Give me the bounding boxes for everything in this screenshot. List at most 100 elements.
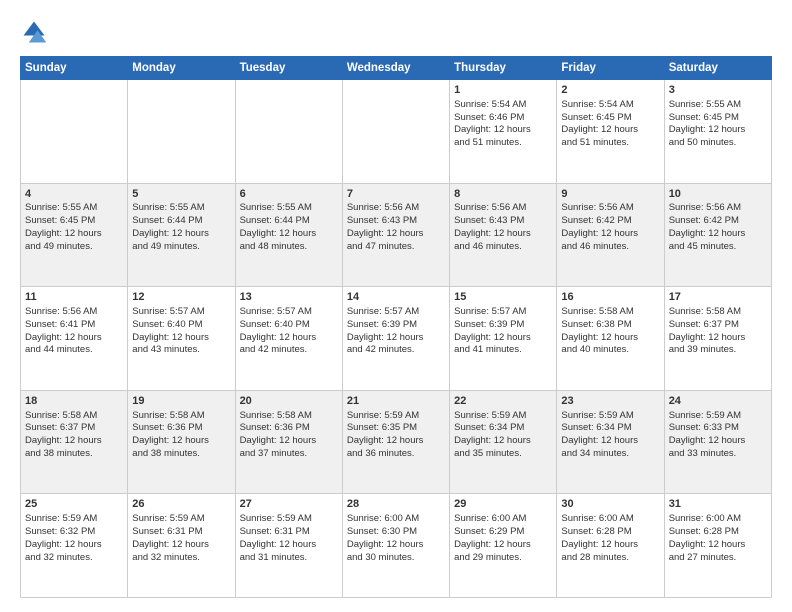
day-number: 25 xyxy=(25,497,123,512)
day-cell-29: 29Sunrise: 6:00 AM Sunset: 6:29 PM Dayli… xyxy=(450,494,557,598)
day-info: Sunrise: 5:59 AM Sunset: 6:31 PM Dayligh… xyxy=(240,513,317,562)
day-info: Sunrise: 5:58 AM Sunset: 6:37 PM Dayligh… xyxy=(25,410,102,459)
day-cell-28: 28Sunrise: 6:00 AM Sunset: 6:30 PM Dayli… xyxy=(342,494,449,598)
day-number: 1 xyxy=(454,83,552,98)
day-number: 3 xyxy=(669,83,767,98)
day-number: 2 xyxy=(561,83,659,98)
day-info: Sunrise: 5:55 AM Sunset: 6:44 PM Dayligh… xyxy=(132,202,209,251)
day-cell-14: 14Sunrise: 5:57 AM Sunset: 6:39 PM Dayli… xyxy=(342,287,449,391)
day-number: 10 xyxy=(669,187,767,202)
day-number: 20 xyxy=(240,394,338,409)
day-info: Sunrise: 5:59 AM Sunset: 6:34 PM Dayligh… xyxy=(454,410,531,459)
day-info: Sunrise: 5:59 AM Sunset: 6:31 PM Dayligh… xyxy=(132,513,209,562)
day-info: Sunrise: 5:59 AM Sunset: 6:34 PM Dayligh… xyxy=(561,410,638,459)
calendar-table: SundayMondayTuesdayWednesdayThursdayFrid… xyxy=(20,56,772,598)
day-info: Sunrise: 5:57 AM Sunset: 6:40 PM Dayligh… xyxy=(132,306,209,355)
day-info: Sunrise: 5:58 AM Sunset: 6:37 PM Dayligh… xyxy=(669,306,746,355)
day-info: Sunrise: 5:55 AM Sunset: 6:45 PM Dayligh… xyxy=(25,202,102,251)
day-number: 26 xyxy=(132,497,230,512)
day-cell-31: 31Sunrise: 6:00 AM Sunset: 6:28 PM Dayli… xyxy=(664,494,771,598)
day-cell-25: 25Sunrise: 5:59 AM Sunset: 6:32 PM Dayli… xyxy=(21,494,128,598)
day-info: Sunrise: 5:59 AM Sunset: 6:35 PM Dayligh… xyxy=(347,410,424,459)
day-number: 13 xyxy=(240,290,338,305)
day-number: 11 xyxy=(25,290,123,305)
day-info: Sunrise: 5:56 AM Sunset: 6:42 PM Dayligh… xyxy=(669,202,746,251)
empty-cell xyxy=(342,80,449,184)
day-info: Sunrise: 5:57 AM Sunset: 6:39 PM Dayligh… xyxy=(454,306,531,355)
day-info: Sunrise: 5:56 AM Sunset: 6:43 PM Dayligh… xyxy=(454,202,531,251)
day-cell-8: 8Sunrise: 5:56 AM Sunset: 6:43 PM Daylig… xyxy=(450,183,557,287)
day-header-friday: Friday xyxy=(557,57,664,80)
day-cell-26: 26Sunrise: 5:59 AM Sunset: 6:31 PM Dayli… xyxy=(128,494,235,598)
day-info: Sunrise: 5:58 AM Sunset: 6:38 PM Dayligh… xyxy=(561,306,638,355)
day-header-thursday: Thursday xyxy=(450,57,557,80)
day-info: Sunrise: 6:00 AM Sunset: 6:30 PM Dayligh… xyxy=(347,513,424,562)
day-cell-12: 12Sunrise: 5:57 AM Sunset: 6:40 PM Dayli… xyxy=(128,287,235,391)
day-cell-9: 9Sunrise: 5:56 AM Sunset: 6:42 PM Daylig… xyxy=(557,183,664,287)
day-cell-30: 30Sunrise: 6:00 AM Sunset: 6:28 PM Dayli… xyxy=(557,494,664,598)
week-row-0: 1Sunrise: 5:54 AM Sunset: 6:46 PM Daylig… xyxy=(21,80,772,184)
day-info: Sunrise: 5:59 AM Sunset: 6:32 PM Dayligh… xyxy=(25,513,102,562)
day-cell-7: 7Sunrise: 5:56 AM Sunset: 6:43 PM Daylig… xyxy=(342,183,449,287)
day-info: Sunrise: 5:57 AM Sunset: 6:40 PM Dayligh… xyxy=(240,306,317,355)
day-number: 19 xyxy=(132,394,230,409)
page: SundayMondayTuesdayWednesdayThursdayFrid… xyxy=(0,0,792,612)
day-number: 30 xyxy=(561,497,659,512)
day-cell-1: 1Sunrise: 5:54 AM Sunset: 6:46 PM Daylig… xyxy=(450,80,557,184)
day-info: Sunrise: 6:00 AM Sunset: 6:28 PM Dayligh… xyxy=(561,513,638,562)
day-number: 7 xyxy=(347,187,445,202)
day-number: 5 xyxy=(132,187,230,202)
day-cell-11: 11Sunrise: 5:56 AM Sunset: 6:41 PM Dayli… xyxy=(21,287,128,391)
day-info: Sunrise: 5:59 AM Sunset: 6:33 PM Dayligh… xyxy=(669,410,746,459)
header-row: SundayMondayTuesdayWednesdayThursdayFrid… xyxy=(21,57,772,80)
day-cell-15: 15Sunrise: 5:57 AM Sunset: 6:39 PM Dayli… xyxy=(450,287,557,391)
day-cell-18: 18Sunrise: 5:58 AM Sunset: 6:37 PM Dayli… xyxy=(21,390,128,494)
day-cell-3: 3Sunrise: 5:55 AM Sunset: 6:45 PM Daylig… xyxy=(664,80,771,184)
day-info: Sunrise: 5:56 AM Sunset: 6:41 PM Dayligh… xyxy=(25,306,102,355)
day-info: Sunrise: 6:00 AM Sunset: 6:29 PM Dayligh… xyxy=(454,513,531,562)
day-info: Sunrise: 5:56 AM Sunset: 6:43 PM Dayligh… xyxy=(347,202,424,251)
header xyxy=(20,18,772,46)
day-info: Sunrise: 5:56 AM Sunset: 6:42 PM Dayligh… xyxy=(561,202,638,251)
day-header-wednesday: Wednesday xyxy=(342,57,449,80)
day-number: 23 xyxy=(561,394,659,409)
day-number: 21 xyxy=(347,394,445,409)
day-header-saturday: Saturday xyxy=(664,57,771,80)
empty-cell xyxy=(128,80,235,184)
day-cell-19: 19Sunrise: 5:58 AM Sunset: 6:36 PM Dayli… xyxy=(128,390,235,494)
day-info: Sunrise: 5:58 AM Sunset: 6:36 PM Dayligh… xyxy=(240,410,317,459)
day-cell-23: 23Sunrise: 5:59 AM Sunset: 6:34 PM Dayli… xyxy=(557,390,664,494)
day-info: Sunrise: 5:57 AM Sunset: 6:39 PM Dayligh… xyxy=(347,306,424,355)
day-cell-27: 27Sunrise: 5:59 AM Sunset: 6:31 PM Dayli… xyxy=(235,494,342,598)
day-number: 18 xyxy=(25,394,123,409)
day-cell-24: 24Sunrise: 5:59 AM Sunset: 6:33 PM Dayli… xyxy=(664,390,771,494)
day-number: 6 xyxy=(240,187,338,202)
day-number: 8 xyxy=(454,187,552,202)
day-cell-2: 2Sunrise: 5:54 AM Sunset: 6:45 PM Daylig… xyxy=(557,80,664,184)
day-number: 15 xyxy=(454,290,552,305)
day-cell-17: 17Sunrise: 5:58 AM Sunset: 6:37 PM Dayli… xyxy=(664,287,771,391)
calendar: SundayMondayTuesdayWednesdayThursdayFrid… xyxy=(20,56,772,598)
day-header-monday: Monday xyxy=(128,57,235,80)
week-row-1: 4Sunrise: 5:55 AM Sunset: 6:45 PM Daylig… xyxy=(21,183,772,287)
day-number: 22 xyxy=(454,394,552,409)
day-cell-21: 21Sunrise: 5:59 AM Sunset: 6:35 PM Dayli… xyxy=(342,390,449,494)
day-info: Sunrise: 5:55 AM Sunset: 6:44 PM Dayligh… xyxy=(240,202,317,251)
day-info: Sunrise: 5:54 AM Sunset: 6:46 PM Dayligh… xyxy=(454,99,531,148)
day-header-tuesday: Tuesday xyxy=(235,57,342,80)
day-info: Sunrise: 5:54 AM Sunset: 6:45 PM Dayligh… xyxy=(561,99,638,148)
day-info: Sunrise: 6:00 AM Sunset: 6:28 PM Dayligh… xyxy=(669,513,746,562)
day-cell-5: 5Sunrise: 5:55 AM Sunset: 6:44 PM Daylig… xyxy=(128,183,235,287)
day-number: 14 xyxy=(347,290,445,305)
logo-icon xyxy=(20,18,48,46)
day-number: 31 xyxy=(669,497,767,512)
day-number: 27 xyxy=(240,497,338,512)
day-header-sunday: Sunday xyxy=(21,57,128,80)
day-cell-20: 20Sunrise: 5:58 AM Sunset: 6:36 PM Dayli… xyxy=(235,390,342,494)
week-row-4: 25Sunrise: 5:59 AM Sunset: 6:32 PM Dayli… xyxy=(21,494,772,598)
day-cell-13: 13Sunrise: 5:57 AM Sunset: 6:40 PM Dayli… xyxy=(235,287,342,391)
day-number: 17 xyxy=(669,290,767,305)
day-number: 12 xyxy=(132,290,230,305)
day-cell-4: 4Sunrise: 5:55 AM Sunset: 6:45 PM Daylig… xyxy=(21,183,128,287)
day-cell-16: 16Sunrise: 5:58 AM Sunset: 6:38 PM Dayli… xyxy=(557,287,664,391)
